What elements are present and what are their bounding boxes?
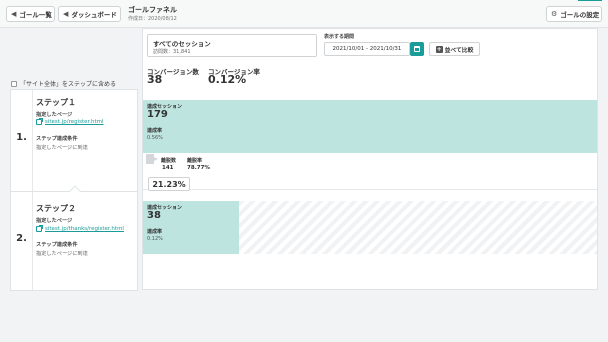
dropoff-arrow-icon <box>146 154 158 164</box>
steps-panel: 1. ステップ１ 指定したページ sitest.jp/register.html… <box>10 89 138 291</box>
compare-label: 並べて比較 <box>444 47 474 54</box>
step1-rate-value: 0.56% <box>147 135 163 141</box>
gear-icon: ⚙ <box>551 9 558 18</box>
step2-cond-label: ステップ達成条件 <box>36 242 78 248</box>
top-bar: ◀ ゴール一覧 ◀ ダッシュボード ゴールファネル 作成日：2020/08/12… <box>0 0 608 28</box>
goal-settings-label: ゴールの設定 <box>560 11 600 19</box>
step-column-divider <box>32 90 33 290</box>
dropoff-count-label: 離脱数 <box>161 158 177 164</box>
cv-rate-value: 0.12% <box>208 73 247 86</box>
dropoff-rate-value: 78.77% <box>187 165 210 171</box>
session-segment-title: すべてのセッション <box>153 40 211 48</box>
calendar-icon <box>414 46 420 52</box>
goal-list-label: ゴール一覧 <box>19 11 52 19</box>
session-segment-count: 訪問数：31,841 <box>153 49 191 55</box>
plus-icon: + <box>435 45 443 53</box>
funnel-panel: すべてのセッション 訪問数：31,841 表示する期間 2021/10/01 -… <box>142 28 598 290</box>
step1-bar <box>143 100 597 153</box>
include-site-label: 「サイト全体」をステップに含める <box>20 81 117 88</box>
dashboard-button[interactable]: ◀ ダッシュボード <box>58 6 121 22</box>
step1-cond-value: 指定したページに到達 <box>36 145 88 151</box>
step1-page-label: 指定したページ <box>36 112 73 118</box>
page-title: ゴールファネル <box>128 6 177 14</box>
step1-rate-label: 達成率 <box>147 128 163 134</box>
step2-remaining-area <box>239 201 597 254</box>
step2-number: 2. <box>16 233 27 244</box>
bar-row-divider <box>143 189 597 190</box>
goal-settings-button[interactable]: ⚙ ゴールの設定 <box>546 6 602 22</box>
back-arrow-icon: ◀ <box>11 9 17 18</box>
step2-page-label: 指定したページ <box>36 218 73 224</box>
step2-page-url[interactable]: sitest.jp/thanks/register.html <box>45 226 124 232</box>
step2-cond-value: 指定したページに到達 <box>36 251 88 257</box>
dropoff-count-value: 141 <box>162 165 174 171</box>
created-date: 作成日：2020/08/12 <box>128 16 177 22</box>
step1-number: 1. <box>16 132 27 143</box>
calendar-button[interactable] <box>410 42 424 56</box>
step2-sessions-value: 38 <box>147 210 161 221</box>
step2-rate-label: 達成率 <box>147 229 163 235</box>
step1-page-url[interactable]: sitest.jp/register.html <box>45 119 104 125</box>
period-label: 表示する期間 <box>324 34 355 40</box>
step1-title: ステップ１ <box>36 98 76 107</box>
back-arrow-icon: ◀ <box>63 9 69 18</box>
step1-page-link[interactable]: sitest.jp/register.html <box>36 118 104 125</box>
step2-title: ステップ２ <box>36 204 76 213</box>
dropoff-rate-label: 離脱率 <box>187 158 203 164</box>
dashboard-label: ダッシュボード <box>71 11 117 19</box>
checkbox-box[interactable] <box>11 80 17 87</box>
date-range-input[interactable]: 2021/10/01 - 2021/10/31 <box>324 42 410 56</box>
session-segment-selector[interactable]: すべてのセッション 訪問数：31,841 <box>147 34 317 57</box>
top-link-underline <box>578 0 602 1</box>
compare-button[interactable]: + 並べて比較 <box>429 42 480 56</box>
continue-rate-bubble: 21.23% <box>148 177 190 191</box>
goal-list-button[interactable]: ◀ ゴール一覧 <box>6 6 55 22</box>
step-arrow-notch <box>69 185 81 197</box>
step2-rate-value: 0.12% <box>147 236 163 242</box>
step1-sessions-value: 179 <box>147 109 168 120</box>
include-site-checkbox[interactable]: 「サイト全体」をステップに含める <box>11 79 116 88</box>
external-link-icon <box>36 225 43 232</box>
external-link-icon <box>36 118 43 125</box>
step2-page-link[interactable]: sitest.jp/thanks/register.html <box>36 225 124 232</box>
cv-count-value: 38 <box>147 73 163 86</box>
step1-cond-label: ステップ達成条件 <box>36 136 78 142</box>
